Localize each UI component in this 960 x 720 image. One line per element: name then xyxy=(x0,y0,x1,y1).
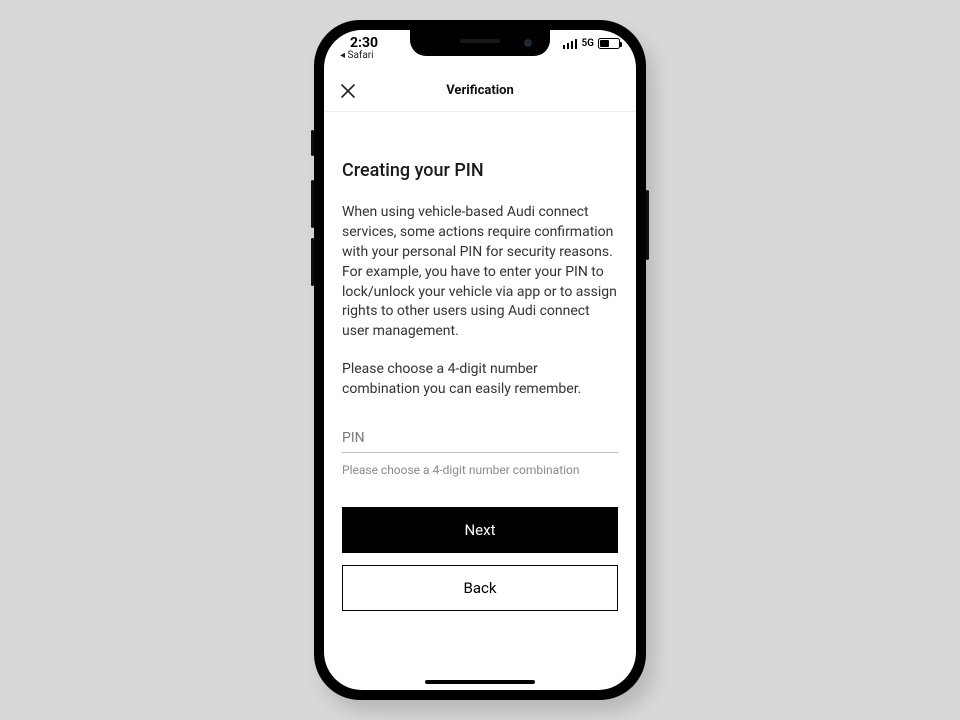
page-body-1: When using vehicle-based Audi connect se… xyxy=(342,203,618,342)
battery-icon xyxy=(598,38,620,49)
button-group: Next Back xyxy=(342,507,618,611)
phone-side-button xyxy=(646,190,649,260)
pin-input[interactable]: PIN xyxy=(342,430,618,453)
app-header: Verification xyxy=(324,70,636,112)
phone-side-button xyxy=(311,180,314,228)
phone-side-button xyxy=(311,238,314,286)
header-title: Verification xyxy=(446,83,514,98)
status-back-to-app[interactable]: ◂ Safari xyxy=(340,51,378,61)
pin-hint: Please choose a 4-digit number combinati… xyxy=(342,463,618,477)
next-button[interactable]: Next xyxy=(342,507,618,553)
status-time: 2:30 xyxy=(340,36,378,50)
phone-side-button xyxy=(311,130,314,156)
phone-screen: 2:30 ◂ Safari 5G Verification Creatin xyxy=(324,30,636,690)
phone-frame: 2:30 ◂ Safari 5G Verification Creatin xyxy=(314,20,646,700)
close-button[interactable] xyxy=(338,81,358,101)
close-icon xyxy=(341,84,355,98)
page-body-2: Please choose a 4-digit number combinati… xyxy=(342,360,618,400)
front-camera xyxy=(524,39,532,47)
back-button[interactable]: Back xyxy=(342,565,618,611)
phone-notch xyxy=(410,30,550,56)
home-indicator[interactable] xyxy=(425,680,535,684)
signal-bars-icon xyxy=(563,39,578,49)
page-heading: Creating your PIN xyxy=(342,160,618,181)
page-content: Creating your PIN When using vehicle-bas… xyxy=(324,112,636,690)
network-label: 5G xyxy=(581,38,594,49)
speaker-slot xyxy=(460,39,500,43)
pin-input-label: PIN xyxy=(342,430,618,446)
